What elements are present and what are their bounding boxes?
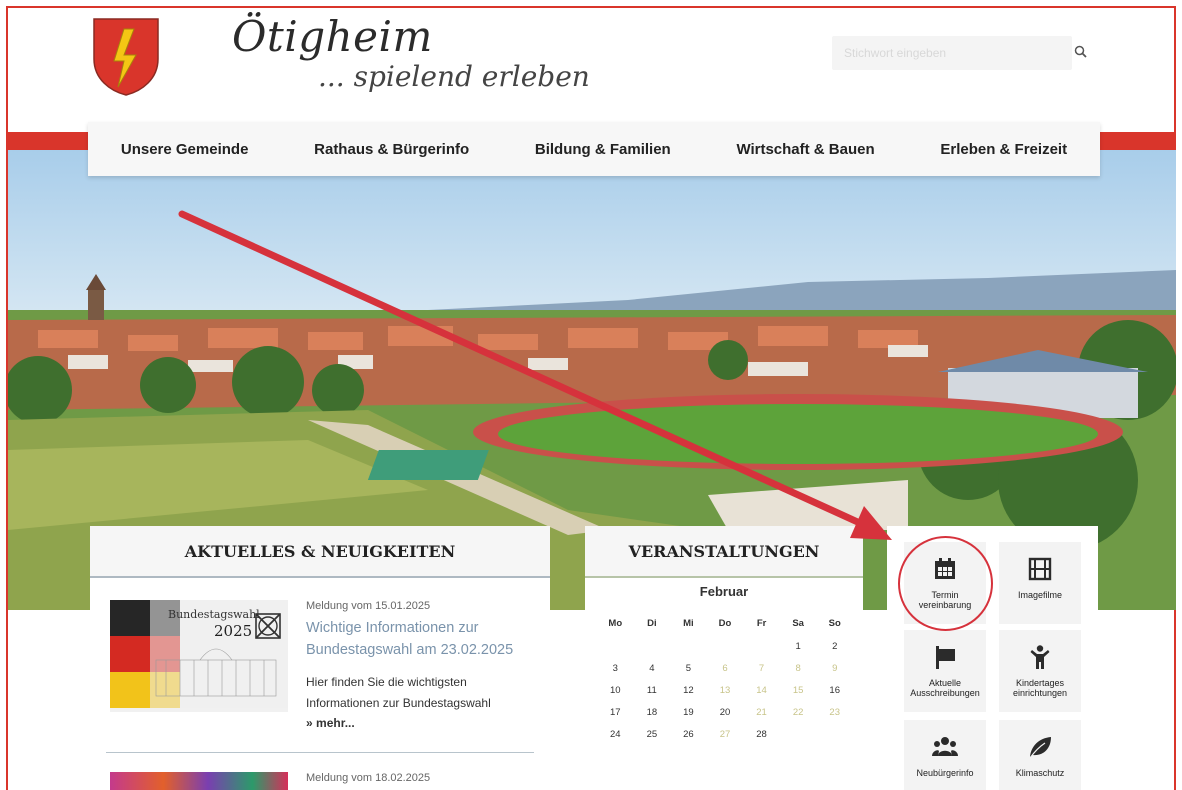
coat-of-arms-logo[interactable] — [90, 15, 162, 97]
calendar-day[interactable]: 1 — [780, 636, 817, 658]
highlight-circle-annotation — [898, 536, 993, 631]
news-thumbnail[interactable] — [110, 772, 288, 790]
calendar-day[interactable]: 4 — [634, 658, 671, 680]
double-chevron-right-icon: » — [306, 716, 313, 730]
events-panel: VERANSTALTUNGEN Februar Mo Di Mi Do Fr Sa So 1 2… — [585, 526, 863, 790]
calendar-day[interactable]: 15 — [780, 680, 817, 702]
people-icon — [932, 737, 958, 756]
quicklink-imagefilme[interactable]: Imagefilme — [999, 542, 1081, 624]
calendar-day[interactable]: 7 — [743, 658, 780, 680]
nav-item-erleben-freizeit[interactable]: Erleben & Freizeit — [940, 141, 1067, 158]
calendar-weekday: Do — [718, 618, 732, 629]
red-band-right — [1098, 132, 1176, 150]
calendar-day[interactable]: 13 — [707, 680, 744, 702]
calendar-day — [780, 724, 817, 746]
site-tagline: ... spielend erleben — [318, 60, 590, 93]
child-icon — [1030, 645, 1050, 669]
calendar-day[interactable]: 24 — [597, 724, 634, 746]
news-title-link[interactable]: Wichtige Informationen zur Bundestagswah… — [306, 617, 536, 661]
calendar-month: Februar — [699, 584, 749, 599]
events-heading: VERANSTALTUNGEN — [585, 526, 863, 578]
quicklink-label: Kindertages einrichtungen — [1012, 678, 1068, 698]
film-icon — [1028, 557, 1052, 581]
calendar-day[interactable]: 25 — [634, 724, 671, 746]
calendar-day[interactable]: 22 — [780, 702, 817, 724]
search-icon[interactable] — [1072, 43, 1090, 61]
calendar-day[interactable]: 11 — [634, 680, 671, 702]
calendar-day — [707, 636, 744, 658]
calendar-weekday: Di — [647, 618, 657, 629]
calendar-day — [634, 636, 671, 658]
calendar-day — [816, 724, 853, 746]
calendar-day[interactable]: 18 — [634, 702, 671, 724]
calendar-day[interactable]: 5 — [670, 658, 707, 680]
calendar-day[interactable]: 12 — [670, 680, 707, 702]
calendar-day[interactable]: 23 — [816, 702, 853, 724]
search-input[interactable] — [832, 36, 1072, 70]
news-more-link[interactable]: » mehr... — [306, 716, 355, 730]
calendar-day[interactable]: 19 — [670, 702, 707, 724]
calendar-day[interactable]: 8 — [780, 658, 817, 680]
calendar-day — [743, 636, 780, 658]
quicklink-label: Aktuelle Ausschreibungen — [910, 678, 980, 698]
calendar-day[interactable]: 26 — [670, 724, 707, 746]
calendar-weekday: Fr — [756, 618, 767, 629]
quicklink-klimaschutz[interactable]: Klimaschutz — [999, 720, 1081, 790]
calendar-day[interactable]: 14 — [743, 680, 780, 702]
calendar-grid: Mo Di Mi Do Fr Sa So 1 2 3 4 5 6 7 8 9 10 11 12 13 14 15 16 17 1… — [597, 612, 853, 746]
quicklink-neubuergerinfo[interactable]: Neubürgerinfo — [904, 720, 986, 790]
calendar-day[interactable]: 21 — [743, 702, 780, 724]
calendar-weekday: So — [828, 618, 841, 629]
calendar-day[interactable]: 2 — [816, 636, 853, 658]
calendar-day[interactable]: 10 — [597, 680, 634, 702]
calendar-weekday: Mi — [683, 618, 694, 629]
quicklink-label: Imagefilme — [1017, 590, 1062, 600]
calendar-weekday: Mo — [608, 618, 623, 629]
sign-icon — [936, 646, 955, 669]
nav-item-wirtschaft-bauen[interactable]: Wirtschaft & Bauen — [736, 141, 874, 158]
news-thumbnail-caption: Bundestagswahl — [168, 608, 260, 621]
main-navigation: Unsere Gemeinde Rathaus & Bürgerinfo Bil… — [88, 122, 1100, 176]
quicklink-label: Klimaschutz — [1015, 768, 1065, 778]
calendar-day[interactable]: 3 — [597, 658, 634, 680]
calendar-day[interactable]: 27 — [707, 724, 744, 746]
news-heading: AKTUELLES & NEUIGKEITEN — [90, 526, 550, 578]
calendar-day[interactable]: 9 — [816, 658, 853, 680]
quicklink-aktuelle-ausschreibungen[interactable]: Aktuelle Ausschreibungen — [904, 630, 986, 712]
calendar-day[interactable]: 20 — [707, 702, 744, 724]
site-title[interactable]: Ötigheim — [232, 12, 433, 61]
quicklink-label: Neubürgerinfo — [916, 768, 974, 778]
calendar-day — [597, 636, 634, 658]
news-more-label: mehr... — [316, 716, 355, 730]
news-date: Meldung vom 18.02.2025 — [306, 772, 431, 784]
calendar-day[interactable]: 17 — [597, 702, 634, 724]
calendar-weekday: Sa — [792, 618, 804, 629]
quicklink-kindertageseinrichtungen[interactable]: Kindertages einrichtungen — [999, 630, 1081, 712]
calendar-day[interactable]: 28 — [743, 724, 780, 746]
nav-item-unsere-gemeinde[interactable]: Unsere Gemeinde — [121, 141, 249, 158]
leaf-icon — [1029, 737, 1051, 759]
nav-item-bildung-familien[interactable]: Bildung & Familien — [535, 141, 671, 158]
calendar-day[interactable]: 6 — [707, 658, 744, 680]
news-panel: AKTUELLES & NEUIGKEITEN Bundestagswahl 2… — [90, 526, 550, 790]
red-band-left — [8, 132, 92, 150]
news-thumbnail-year: 2025 — [214, 622, 253, 640]
calendar-day[interactable]: 16 — [816, 680, 853, 702]
news-teaser: Hier finden Sie die wichtigsten Informat… — [306, 675, 491, 710]
calendar-day — [670, 636, 707, 658]
nav-item-rathaus-buergerinfo[interactable]: Rathaus & Bürgerinfo — [314, 141, 469, 158]
news-divider — [106, 752, 534, 753]
news-date: Meldung vom 15.01.2025 — [306, 600, 431, 612]
